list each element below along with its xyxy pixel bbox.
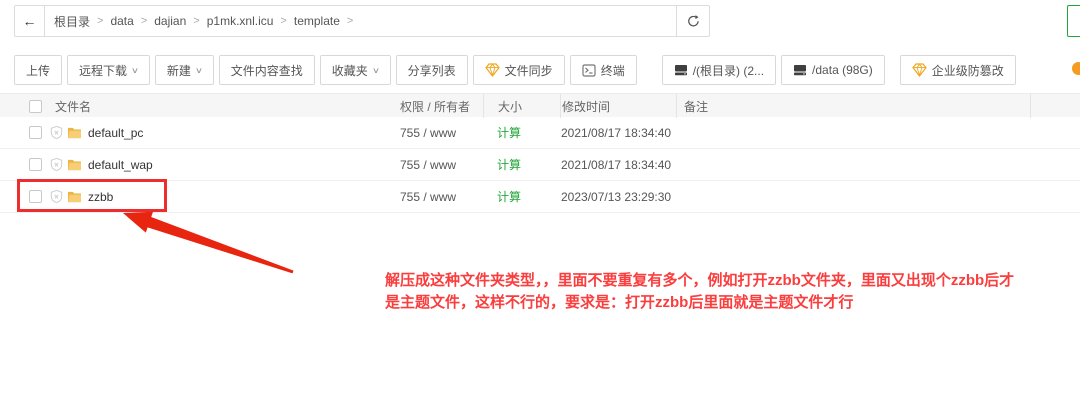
refresh-icon [686,14,701,29]
calc-size-link[interactable]: 计算 [497,126,521,140]
breadcrumb: 根目录 > data > dajian > p1mk.xnl.icu > tem… [45,6,676,36]
file-name-label: default_wap [88,158,153,172]
breadcrumb-item-root[interactable]: 根目录 [54,13,90,30]
button-label: /(根目录) (2... [693,62,764,79]
column-header-name: 文件名 [49,98,400,115]
shield-x-icon[interactable] [49,157,67,172]
gem-icon [912,63,927,77]
refresh-button[interactable] [676,6,709,36]
gem-icon [485,63,500,77]
breadcrumb-item-dajian[interactable]: dajian [154,14,186,28]
remote-download-button[interactable]: 远程下载 ∨ [67,55,150,85]
partial-search-button[interactable] [1067,5,1080,37]
file-name[interactable]: zzbb [67,190,400,204]
button-label: 上传 [26,62,50,79]
file-name[interactable]: default_pc [67,126,400,140]
annotation-line-2: 是主题文件，这样不行的，要求是：打开zzbb后里面就是主题文件才行 [385,292,1077,314]
table-header-row: 文件名 权限 / 所有者 大小 修改时间 备注 [0,93,1080,117]
button-label: 新建 [167,62,191,79]
column-header-size: 大小 [483,94,560,118]
disk-data-button[interactable]: /data (98G) [781,55,885,85]
file-name-label: default_pc [88,126,143,140]
button-label: 企业级防篡改 [932,62,1004,79]
disk-root-button[interactable]: /(根目录) (2... [662,55,776,85]
file-content-search-button[interactable]: 文件内容查找 [219,55,315,85]
back-button[interactable]: ← [15,6,45,36]
breadcrumb-separator: > [280,15,286,27]
favorites-button[interactable]: 收藏夹 ∨ [320,55,391,85]
file-name-label: zzbb [88,190,113,204]
chevron-down-icon: ∨ [372,66,380,75]
button-label: 文件内容查找 [231,62,303,79]
permission-owner: 755 / www [400,190,483,204]
folder-icon [67,190,82,203]
disk-icon [674,64,688,76]
button-label: 远程下载 [79,62,127,79]
new-button[interactable]: 新建 ∨ [155,55,214,85]
upload-button[interactable]: 上传 [14,55,62,85]
breadcrumb-item-template[interactable]: template [294,14,340,28]
folder-icon [67,158,82,171]
table-row[interactable]: default_pc 755 / www 计算 2021/08/17 18:34… [0,117,1080,149]
folder-icon [67,126,82,139]
annotation-text: 解压成这种文件夹类型，，里面不要重复有多个，例如打开zzbb文件夹，里面又出现个… [385,270,1077,314]
modified-time: 2021/08/17 18:34:40 [560,158,676,172]
calc-size-link[interactable]: 计算 [497,158,521,172]
button-label: /data (98G) [812,63,873,77]
shield-x-icon[interactable] [49,125,67,140]
select-all-checkbox[interactable] [29,100,42,113]
breadcrumb-item-domain[interactable]: p1mk.xnl.icu [207,14,274,28]
disk-icon [793,64,807,76]
column-header-modified: 修改时间 [560,94,676,118]
shield-x-icon[interactable] [49,189,67,204]
breadcrumb-separator: > [193,15,199,27]
file-sync-button[interactable]: 文件同步 [473,55,565,85]
button-label: 文件同步 [505,62,553,79]
terminal-icon [582,64,596,77]
button-label: 终端 [601,62,625,79]
breadcrumb-separator: > [97,15,103,27]
row-checkbox[interactable] [29,158,42,171]
breadcrumb-separator: > [347,15,353,27]
breadcrumb-item-data[interactable]: data [110,14,133,28]
permission-owner: 755 / www [400,126,483,140]
table-row[interactable]: default_wap 755 / www 计算 2021/08/17 18:3… [0,149,1080,181]
toolbar: 上传 远程下载 ∨ 新建 ∨ 文件内容查找 收藏夹 ∨ 分享列表 文件同步 [14,55,1021,85]
share-list-button[interactable]: 分享列表 [396,55,468,85]
table-row-zzbb[interactable]: zzbb 755 / www 计算 2023/07/13 23:29:30 [0,181,1080,213]
column-header-permission: 权限 / 所有者 [400,98,483,115]
back-arrow-icon: ← [23,13,37,29]
modified-time: 2023/07/13 23:29:30 [560,190,676,204]
column-header-note: 备注 [676,94,1030,118]
button-label: 收藏夹 [332,62,368,79]
column-header-extra [1030,94,1080,118]
terminal-button[interactable]: 终端 [570,55,637,85]
row-checkbox[interactable] [29,190,42,203]
tamper-proof-button[interactable]: 企业级防篡改 [900,55,1016,85]
file-name[interactable]: default_wap [67,158,400,172]
chevron-down-icon: ∨ [195,66,203,75]
path-bar: ← 根目录 > data > dajian > p1mk.xnl.icu > t… [14,5,710,37]
calc-size-link[interactable]: 计算 [497,190,521,204]
file-table: 文件名 权限 / 所有者 大小 修改时间 备注 default_pc 755 /… [0,93,1080,213]
button-label: 分享列表 [408,62,456,79]
permission-owner: 755 / www [400,158,483,172]
breadcrumb-separator: > [141,15,147,27]
floating-orange-dot[interactable] [1072,62,1080,75]
modified-time: 2021/08/17 18:34:40 [560,126,676,140]
chevron-down-icon: ∨ [131,66,139,75]
annotation-line-1: 解压成这种文件夹类型，，里面不要重复有多个，例如打开zzbb文件夹，里面又出现个… [385,270,1077,292]
row-checkbox[interactable] [29,126,42,139]
